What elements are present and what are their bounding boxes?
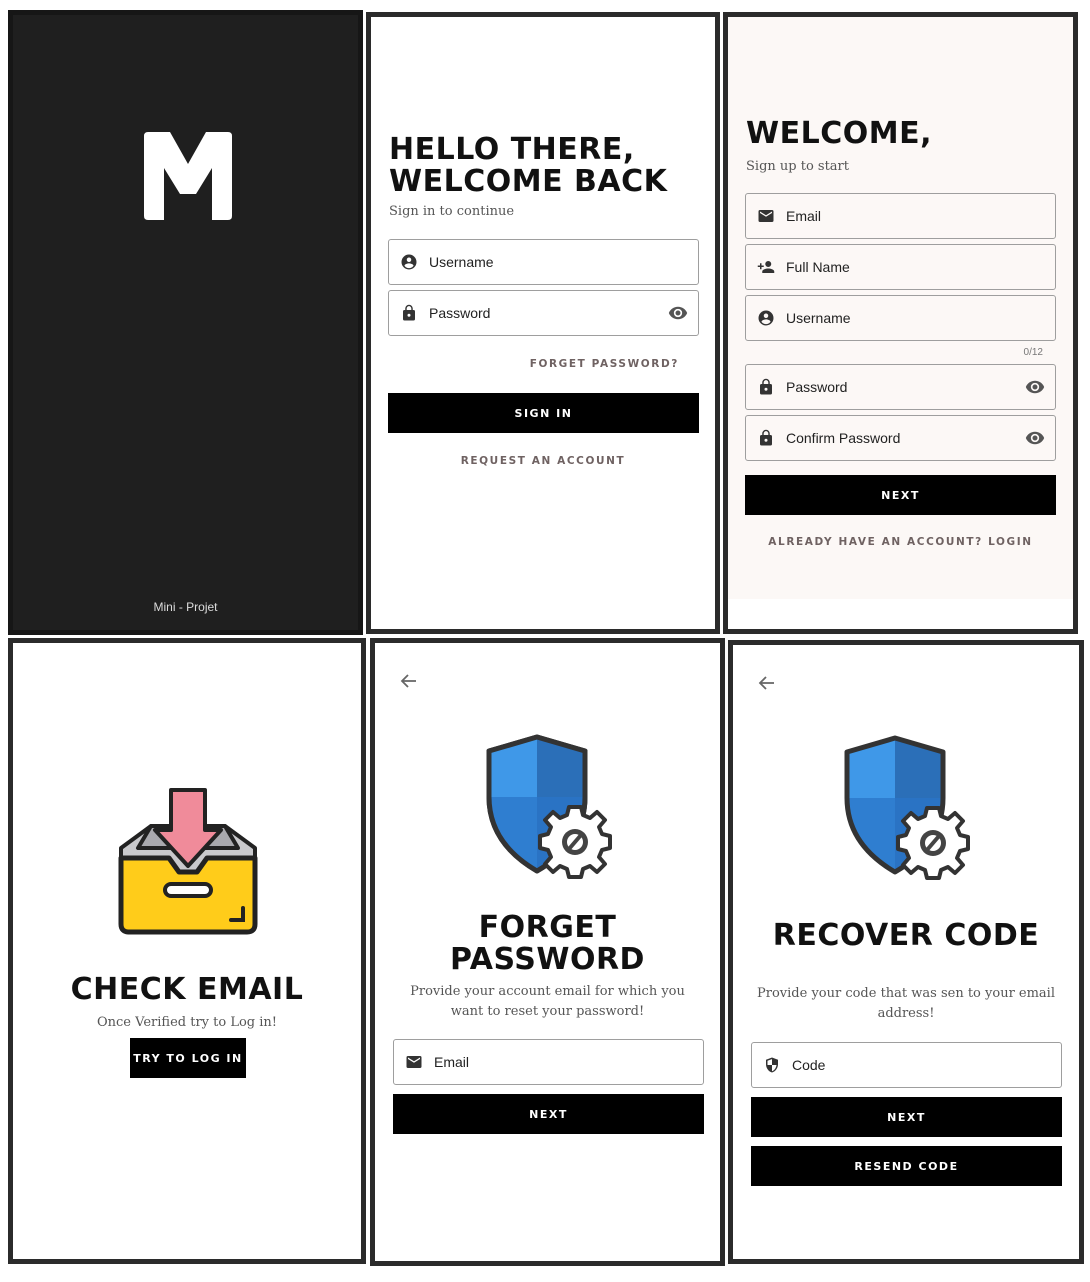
forget-email-field[interactable]: Email	[393, 1039, 704, 1085]
signup-username-field[interactable]: Username	[745, 295, 1056, 341]
lock-icon	[746, 378, 786, 396]
check-email-message: Once Verified try to Log in!	[97, 1015, 277, 1030]
check-email-title: CHECK EMAIL	[70, 972, 304, 1007]
eye-icon[interactable]	[1015, 428, 1055, 448]
account-circle-icon	[389, 253, 429, 271]
forget-next-button[interactable]: NEXT	[393, 1094, 704, 1134]
mail-icon	[394, 1053, 434, 1071]
sign-in-button[interactable]: SIGN IN	[388, 393, 699, 433]
username-counter: 0/12	[1023, 347, 1043, 358]
forget-password-title: FORGET PASSWORD	[450, 910, 645, 977]
eye-icon[interactable]	[1015, 377, 1055, 397]
signup-password-label: Password	[786, 379, 848, 395]
person-add-icon	[746, 258, 786, 276]
email-label: Email	[786, 208, 822, 224]
signup-subtitle: Sign up to start	[746, 159, 849, 174]
confirm-password-field[interactable]: Confirm Password	[745, 415, 1056, 461]
account-circle-icon	[746, 309, 786, 327]
code-label: Code	[792, 1057, 826, 1073]
confirm-password-label: Confirm Password	[786, 430, 901, 446]
request-account-link[interactable]: REQUEST AN ACCOUNT	[371, 455, 715, 467]
shield-icon	[752, 1056, 792, 1074]
lock-icon	[746, 429, 786, 447]
splash-footer: Mini - Projet	[153, 600, 218, 614]
inbox-download-icon	[118, 788, 258, 935]
forget-password-description: Provide your account email for which you…	[410, 984, 685, 1019]
fullname-label: Full Name	[786, 259, 850, 275]
recover-code-screen: RECOVER CODE Provide your code that was …	[728, 640, 1084, 1264]
signup-screen: WELCOME, Sign up to start Email Full Nam…	[723, 12, 1078, 634]
signup-username-label: Username	[786, 310, 851, 326]
login-screen: HELLO THERE, WELCOME BACK Sign in to con…	[366, 12, 720, 634]
resend-code-button[interactable]: RESEND CODE	[751, 1146, 1062, 1186]
mail-icon	[746, 207, 786, 225]
m-logo-icon	[144, 132, 232, 220]
bottom-bar	[728, 599, 1073, 629]
eye-icon[interactable]	[658, 303, 698, 323]
recover-next-button[interactable]: NEXT	[751, 1097, 1062, 1137]
recover-code-description: Provide your code that was sen to your e…	[757, 986, 1055, 1021]
password-label: Password	[429, 305, 491, 321]
username-field[interactable]: Username	[388, 239, 699, 285]
back-arrow-icon[interactable]	[757, 673, 777, 693]
forget-email-label: Email	[434, 1054, 470, 1070]
signup-title: WELCOME,	[746, 116, 932, 151]
forget-password-link[interactable]: FORGET PASSWORD?	[530, 358, 679, 370]
fullname-field[interactable]: Full Name	[745, 244, 1056, 290]
forget-password-screen: FORGET PASSWORD Provide your account ema…	[370, 638, 725, 1266]
email-field[interactable]: Email	[745, 193, 1056, 239]
splash-screen: Mini - Projet	[8, 10, 363, 635]
shield-gear-icon	[486, 734, 612, 879]
code-field[interactable]: Code	[751, 1042, 1062, 1088]
try-login-button[interactable]: TRY TO LOG IN	[130, 1038, 246, 1078]
login-subtitle: Sign in to continue	[389, 204, 515, 219]
signup-password-field[interactable]: Password	[745, 364, 1056, 410]
password-field[interactable]: Password	[388, 290, 699, 336]
lock-icon	[389, 304, 429, 322]
already-account-link[interactable]: ALREADY HAVE AN ACCOUNT? LOGIN	[728, 536, 1073, 548]
check-email-screen: CHECK EMAIL Once Verified try to Log in!…	[8, 638, 366, 1264]
signup-next-button[interactable]: NEXT	[745, 475, 1056, 515]
username-label: Username	[429, 254, 494, 270]
login-title: HELLO THERE, WELCOME BACK	[389, 132, 668, 199]
back-arrow-icon[interactable]	[399, 671, 419, 691]
shield-gear-icon	[844, 735, 970, 880]
recover-code-title: RECOVER CODE	[772, 918, 1040, 953]
